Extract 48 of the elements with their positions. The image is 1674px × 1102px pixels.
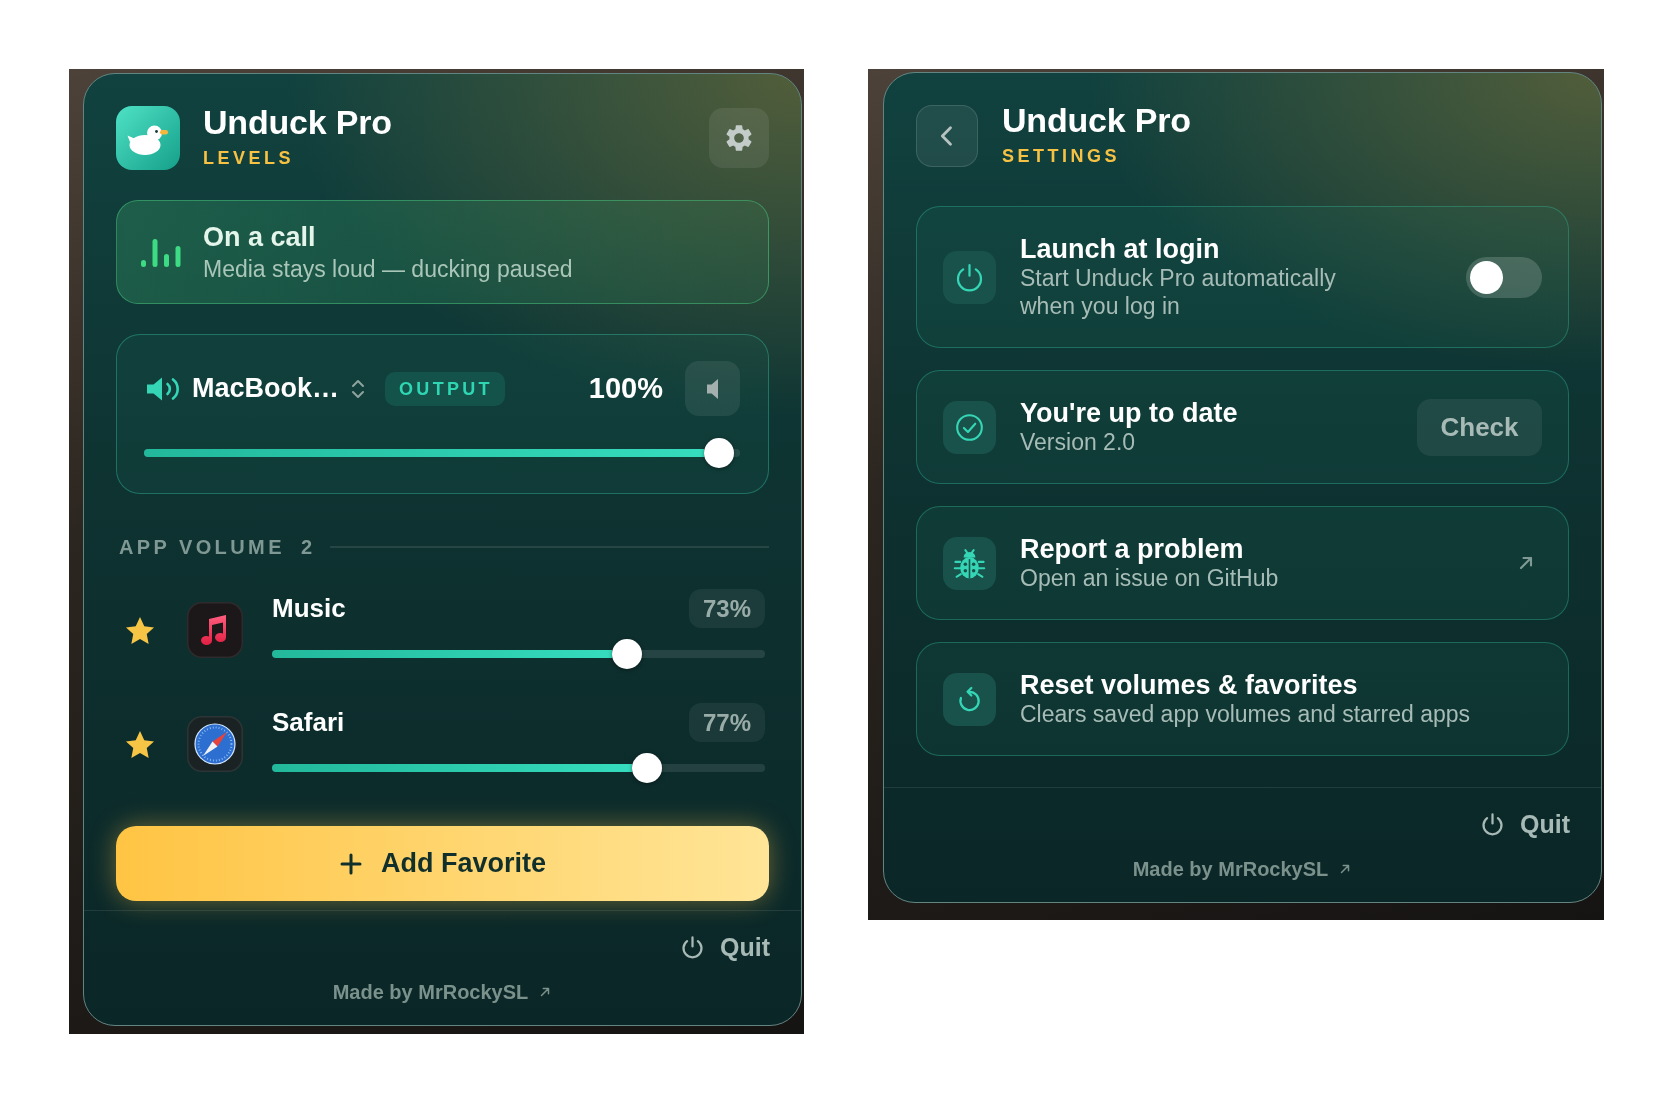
bug-icon [943, 536, 996, 590]
output-badge: OUTPUT [385, 371, 505, 406]
add-favorite-button[interactable]: Add Favorite [116, 826, 769, 901]
app-name: Music [272, 593, 346, 624]
settings-card[interactable]: Reset volumes & favorites Clears saved app volumes and starred apps [916, 642, 1569, 756]
app-title: Unduck Pro [203, 103, 392, 141]
volume-pill: 73% [688, 589, 765, 628]
check-button[interactable]: Check [1417, 398, 1542, 456]
quit-button[interactable]: Quit [1479, 809, 1570, 839]
setting-title: Reset volumes & favorites [1020, 670, 1359, 700]
section-heading: APP VOLUME [119, 535, 285, 559]
plus-icon [339, 851, 363, 876]
power-icon [1479, 810, 1506, 838]
level-bars-icon [141, 237, 181, 267]
volume-pill: 77% [688, 703, 765, 742]
mute-button[interactable] [685, 361, 740, 416]
view-label: LEVELS [203, 146, 295, 169]
status-title: On a call [203, 221, 317, 253]
slider-thumb[interactable] [704, 438, 735, 468]
setting-description: Clears saved app volumes and starred apps [1020, 700, 1472, 728]
compass-icon [187, 716, 243, 772]
view-label: SETTINGS [1002, 144, 1121, 167]
chevron-updown-icon [351, 377, 366, 400]
setting-title: You're up to date [1020, 398, 1239, 428]
settings-button[interactable] [709, 108, 769, 168]
toggle-switch[interactable] [1466, 256, 1542, 298]
app-title: Unduck Pro [1002, 101, 1191, 139]
credit-link[interactable]: Made by MrRockySL [332, 981, 553, 1003]
settings-card[interactable]: Report a problem Open an issue on GitHub [916, 506, 1569, 620]
slider-thumb[interactable] [612, 639, 643, 669]
setting-title: Report a problem [1020, 534, 1245, 564]
status-subtitle: Media stays loud — ducking paused [203, 255, 573, 283]
setting-description: Open an issue on GitHub [1020, 564, 1280, 592]
duck-logo-icon [116, 106, 180, 170]
slider-thumb[interactable] [631, 753, 662, 783]
app-name: Safari [272, 707, 345, 738]
device-picker[interactable]: MacBook… [192, 373, 366, 404]
power-icon [943, 250, 996, 304]
music-note-icon [187, 602, 243, 658]
setting-title: Launch at login [1020, 234, 1221, 264]
quit-button[interactable]: Quit [679, 932, 770, 962]
setting-description: Start Unduck Pro automatically when you log in [1020, 264, 1337, 320]
app-count: 2 [300, 535, 312, 559]
power-icon [679, 933, 706, 961]
setting-description: Version 2.0 [1020, 428, 1137, 456]
speaker-icon [706, 377, 719, 400]
volume-percentage: 100% [588, 372, 663, 405]
credit-link[interactable]: Made by MrRockySL [1132, 858, 1353, 880]
